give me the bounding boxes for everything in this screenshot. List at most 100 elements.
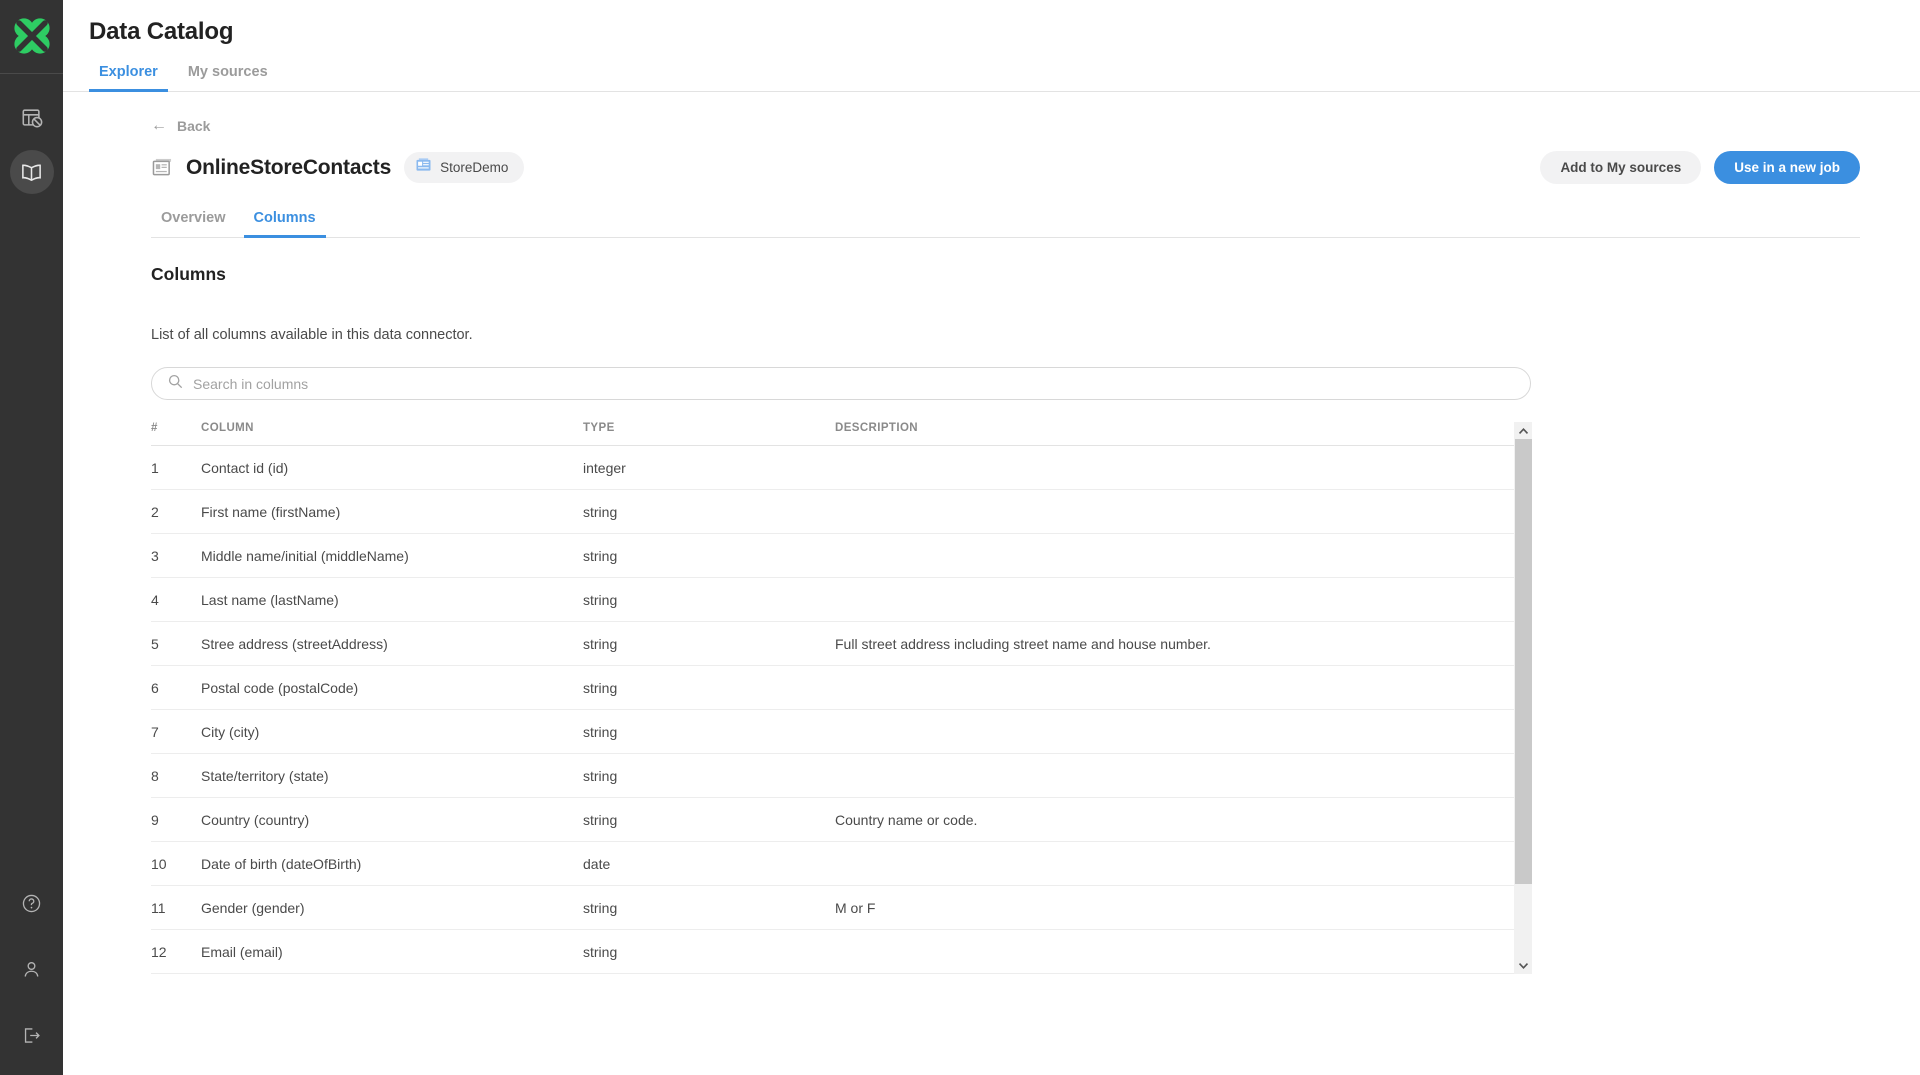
columns-table-scroll: # COLUMN TYPE DESCRIPTION 1 Contact id (i…: [151, 422, 1514, 974]
cell-column-name: Postal code (postalCode): [201, 665, 583, 710]
logout-button[interactable]: [10, 1013, 54, 1057]
back-link[interactable]: ← Back: [151, 117, 1860, 135]
chevron-down-icon: [1518, 962, 1528, 969]
contact-card-icon: [151, 157, 173, 179]
cell-column-name: State/territory (state): [201, 753, 583, 798]
cell-index: 9: [151, 797, 201, 842]
cell-type: string: [583, 885, 835, 930]
table-row[interactable]: 8 State/territory (state) string: [151, 753, 1514, 798]
table-row[interactable]: 12 Email (email) string: [151, 929, 1514, 974]
tab-overview[interactable]: Overview: [151, 210, 236, 238]
search-input[interactable]: [193, 375, 1514, 392]
cell-type: string: [583, 797, 835, 842]
cell-description: [835, 709, 1514, 754]
cell-column-name: City (city): [201, 709, 583, 754]
data-source-icon: [416, 158, 431, 177]
th-index: #: [151, 422, 201, 446]
cell-description: [835, 929, 1514, 974]
cell-description: [835, 841, 1514, 886]
table-row[interactable]: 7 City (city) string: [151, 709, 1514, 754]
page-header: Data Catalog Explorer My sources: [63, 0, 1920, 92]
scroll-down-button[interactable]: [1514, 957, 1532, 974]
table-row[interactable]: 11 Gender (gender) string M or F: [151, 885, 1514, 930]
cell-column-name: First name (firstName): [201, 489, 583, 534]
cell-type: string: [583, 665, 835, 710]
table-header-row: # COLUMN TYPE DESCRIPTION: [151, 422, 1514, 446]
tab-explorer[interactable]: Explorer: [89, 64, 168, 92]
cell-column-name: Country (country): [201, 797, 583, 842]
cell-description: [835, 445, 1514, 490]
book-icon: [22, 164, 41, 181]
rail-nav-list: [9, 96, 54, 194]
scrollbar-track[interactable]: [1514, 439, 1532, 957]
columns-search-box[interactable]: [151, 367, 1531, 400]
app-logo[interactable]: [8, 12, 56, 60]
cell-description: M or F: [835, 885, 1514, 930]
section-description: List of all columns available in this da…: [151, 327, 473, 343]
cell-description: [835, 753, 1514, 798]
table-row[interactable]: 3 Middle name/initial (middleName) string: [151, 533, 1514, 578]
cell-index: 1: [151, 445, 201, 490]
table-row[interactable]: 6 Postal code (postalCode) string: [151, 665, 1514, 710]
main-area: Data Catalog Explorer My sources ← Back: [63, 0, 1920, 1075]
cell-description: [835, 533, 1514, 578]
cell-index: 11: [151, 885, 201, 930]
cell-index: 8: [151, 753, 201, 798]
entity-title-group: OnlineStoreContacts StoreDemo: [151, 152, 525, 183]
columns-table-head: # COLUMN TYPE DESCRIPTION: [151, 422, 1514, 446]
scrollbar-thumb[interactable]: [1514, 439, 1532, 885]
scroll-up-button[interactable]: [1514, 422, 1532, 439]
search-icon: [168, 374, 183, 394]
help-circle-icon: [22, 894, 41, 912]
cell-type: string: [583, 753, 835, 798]
table-disabled-icon: [22, 109, 42, 128]
table-row[interactable]: 2 First name (firstName) string: [151, 489, 1514, 534]
tab-columns[interactable]: Columns: [243, 210, 326, 238]
top-tab-bar: Explorer My sources: [63, 64, 1920, 92]
table-row[interactable]: 1 Contact id (id) integer: [151, 445, 1514, 490]
cell-type: string: [583, 489, 835, 534]
sidebar-item-data-catalog[interactable]: [9, 150, 54, 194]
section-title: Columns: [151, 264, 226, 284]
table-vertical-scrollbar[interactable]: [1514, 422, 1532, 974]
table-row[interactable]: 9 Country (country) string Country name or …: [151, 797, 1514, 842]
logout-icon: [24, 1027, 40, 1043]
source-badge-label: StoreDemo: [440, 160, 509, 175]
entity-actions: Add to My sources Use in a new job: [1540, 151, 1860, 184]
add-to-my-sources-button[interactable]: Add to My sources: [1540, 151, 1702, 184]
cell-type: string: [583, 621, 835, 666]
page-title: Data Catalog: [89, 18, 234, 45]
use-in-new-job-button[interactable]: Use in a new job: [1714, 151, 1860, 184]
account-button[interactable]: [10, 947, 54, 991]
cell-index: 7: [151, 709, 201, 754]
rail-bottom-actions: [0, 881, 63, 1057]
table-row[interactable]: 4 Last name (lastName) string: [151, 577, 1514, 622]
sidebar-item-jobs[interactable]: [10, 96, 54, 140]
tab-my-sources[interactable]: My sources: [178, 64, 278, 92]
page-content: ← Back OnlineStoreContacts StoreDemo Add…: [63, 92, 1920, 974]
cell-description: Country name or code.: [835, 797, 1514, 842]
cell-type: string: [583, 577, 835, 622]
help-button[interactable]: [10, 881, 54, 925]
cell-index: 3: [151, 533, 201, 578]
th-type: TYPE: [583, 422, 835, 446]
table-row[interactable]: 10 Date of birth (dateOfBirth) date: [151, 841, 1514, 886]
th-description: DESCRIPTION: [835, 422, 1514, 446]
columns-table-body: 1 Contact id (id) integer 2 First name (firs…: [151, 445, 1514, 974]
cell-index: 5: [151, 621, 201, 666]
cell-column-name: Date of birth (dateOfBirth): [201, 841, 583, 886]
cell-index: 10: [151, 841, 201, 886]
cell-index: 4: [151, 577, 201, 622]
cell-description: [835, 489, 1514, 534]
back-label: Back: [177, 118, 211, 134]
cell-column-name: Email (email): [201, 929, 583, 974]
columns-table: # COLUMN TYPE DESCRIPTION 1 Contact id (i…: [151, 422, 1514, 974]
chevron-up-icon: [1518, 427, 1528, 434]
source-badge[interactable]: StoreDemo: [404, 152, 525, 183]
left-nav-rail: [0, 0, 63, 1075]
cell-index: 2: [151, 489, 201, 534]
cell-type: string: [583, 709, 835, 754]
clover-logo-icon: [13, 18, 50, 54]
table-row[interactable]: 5 Stree address (streetAddress) string Full…: [151, 621, 1514, 666]
arrow-left-icon: ←: [151, 117, 167, 134]
